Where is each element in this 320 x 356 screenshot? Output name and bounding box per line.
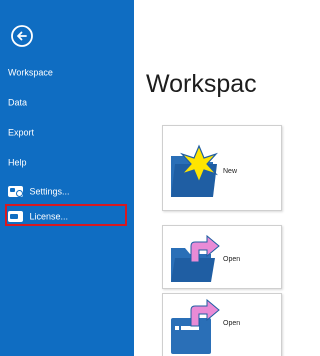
card-label: New [223, 168, 238, 175]
card-label: Open [223, 256, 241, 263]
sidebar-item-data[interactable]: Data [8, 96, 27, 109]
open-data-card[interactable]: Open [162, 293, 282, 356]
new-folder-icon [169, 142, 225, 205]
sidebar-item-label: Data [8, 97, 28, 108]
sidebar-item-export[interactable]: Export [8, 126, 34, 139]
main-panel: Workspac New Open Open [134, 0, 282, 356]
page-title: Workspac [146, 70, 257, 98]
sidebar-item-label: Help [8, 157, 27, 168]
new-workspace-card[interactable]: New [162, 125, 282, 211]
open-folder-icon [169, 232, 225, 291]
sidebar-item-label: Workspace [8, 67, 53, 78]
sidebar-item-help[interactable]: Help [8, 156, 27, 169]
open-workspace-card[interactable]: Open [162, 225, 282, 289]
license-highlight-box [5, 204, 127, 226]
card-label: Open [223, 320, 241, 327]
settings-icon [8, 186, 23, 198]
sidebar-item-settings[interactable]: Settings... [8, 185, 70, 198]
sidebar-item-workspace[interactable]: Workspace [8, 66, 53, 79]
back-arrow-icon[interactable] [10, 24, 34, 48]
open-data-icon [169, 296, 225, 356]
sidebar-item-label: Settings... [29, 186, 70, 197]
sidebar: Workspace Data Export Help Settings... L… [0, 0, 134, 356]
sidebar-item-label: Export [8, 127, 35, 138]
